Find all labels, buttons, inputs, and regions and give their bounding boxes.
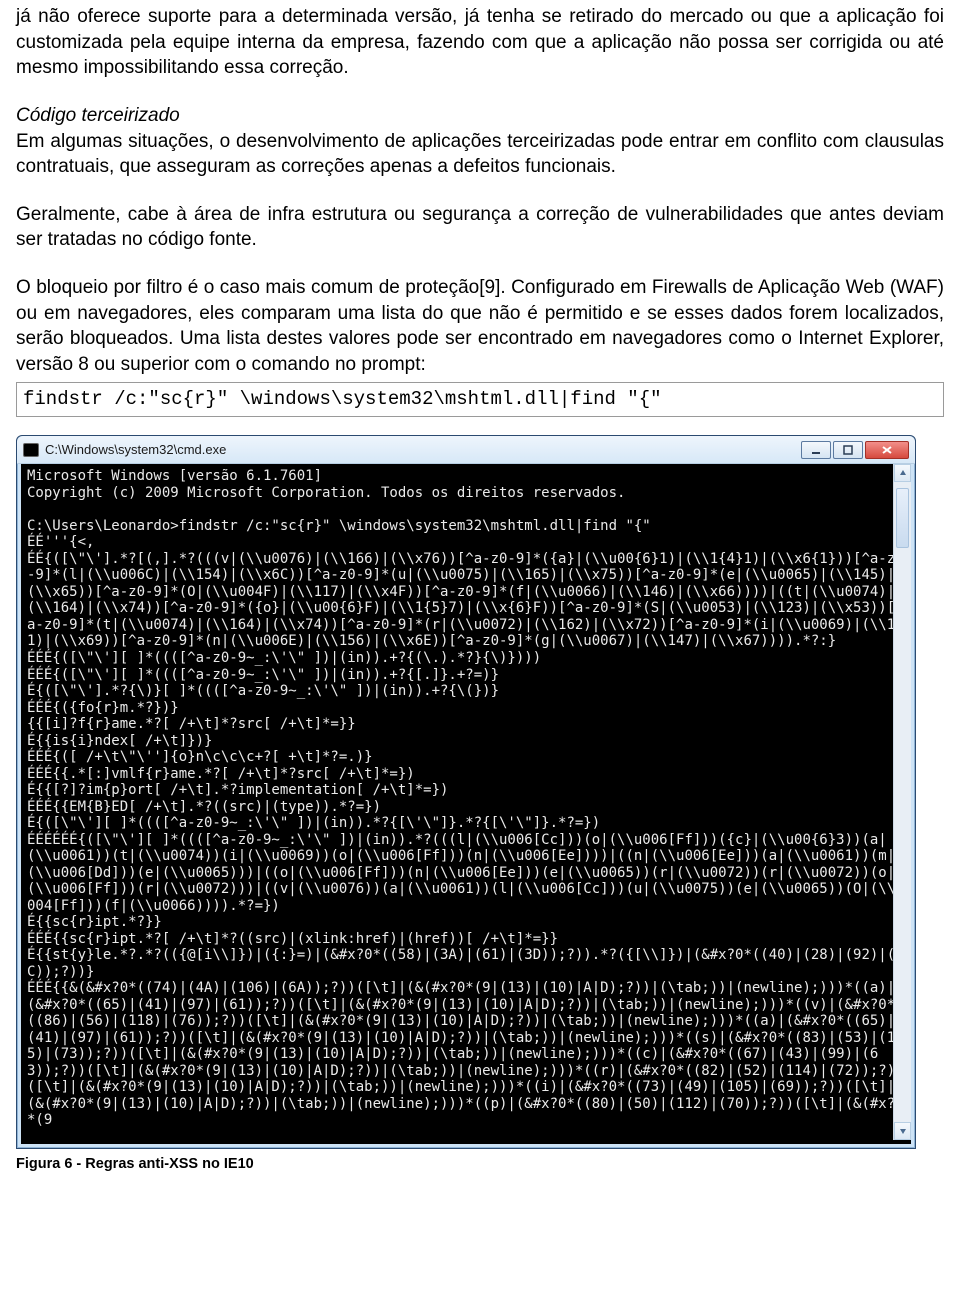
paragraph-4: O bloqueio por filtro é o caso mais comu… xyxy=(16,275,944,378)
code-command-line: findstr /c:"sc{r}" \windows\system32\msh… xyxy=(16,382,944,418)
cmd-window: C:\Windows\system32\cmd.exe Microsoft Wi… xyxy=(16,435,916,1149)
close-icon xyxy=(881,445,893,455)
paragraph-3: Geralmente, cabe à área de infra estrutu… xyxy=(16,202,944,253)
paragraph-1: já não oferece suporte para a determinad… xyxy=(16,4,944,81)
close-button[interactable] xyxy=(865,441,909,459)
cmd-window-title: C:\Windows\system32\cmd.exe xyxy=(45,441,799,459)
paragraph-2-body: Em algumas situações, o desenvolvimento … xyxy=(16,131,944,178)
cmd-output: Microsoft Windows [versão 6.1.7601] Copy… xyxy=(21,464,911,1144)
cmd-scrollbar[interactable] xyxy=(893,464,911,1140)
subheading-codigo-terceirizado: Código terceirizado xyxy=(16,105,180,126)
minimize-button[interactable] xyxy=(801,441,831,459)
scroll-down-button[interactable] xyxy=(894,1122,911,1140)
figure-caption: Figura 6 - Regras anti-XSS no IE10 xyxy=(16,1155,944,1175)
scroll-thumb[interactable] xyxy=(896,488,909,548)
maximize-icon xyxy=(843,445,853,455)
chevron-up-icon xyxy=(899,469,907,477)
scroll-up-button[interactable] xyxy=(894,464,911,482)
maximize-button[interactable] xyxy=(833,441,863,459)
window-buttons xyxy=(799,441,909,459)
minimize-icon xyxy=(811,445,821,455)
chevron-down-icon xyxy=(899,1127,907,1135)
scroll-track[interactable] xyxy=(894,482,911,1122)
cmd-icon xyxy=(23,443,39,457)
paragraph-2: Código terceirizado Em algumas situações… xyxy=(16,103,944,180)
cmd-titlebar: C:\Windows\system32\cmd.exe xyxy=(17,436,915,464)
